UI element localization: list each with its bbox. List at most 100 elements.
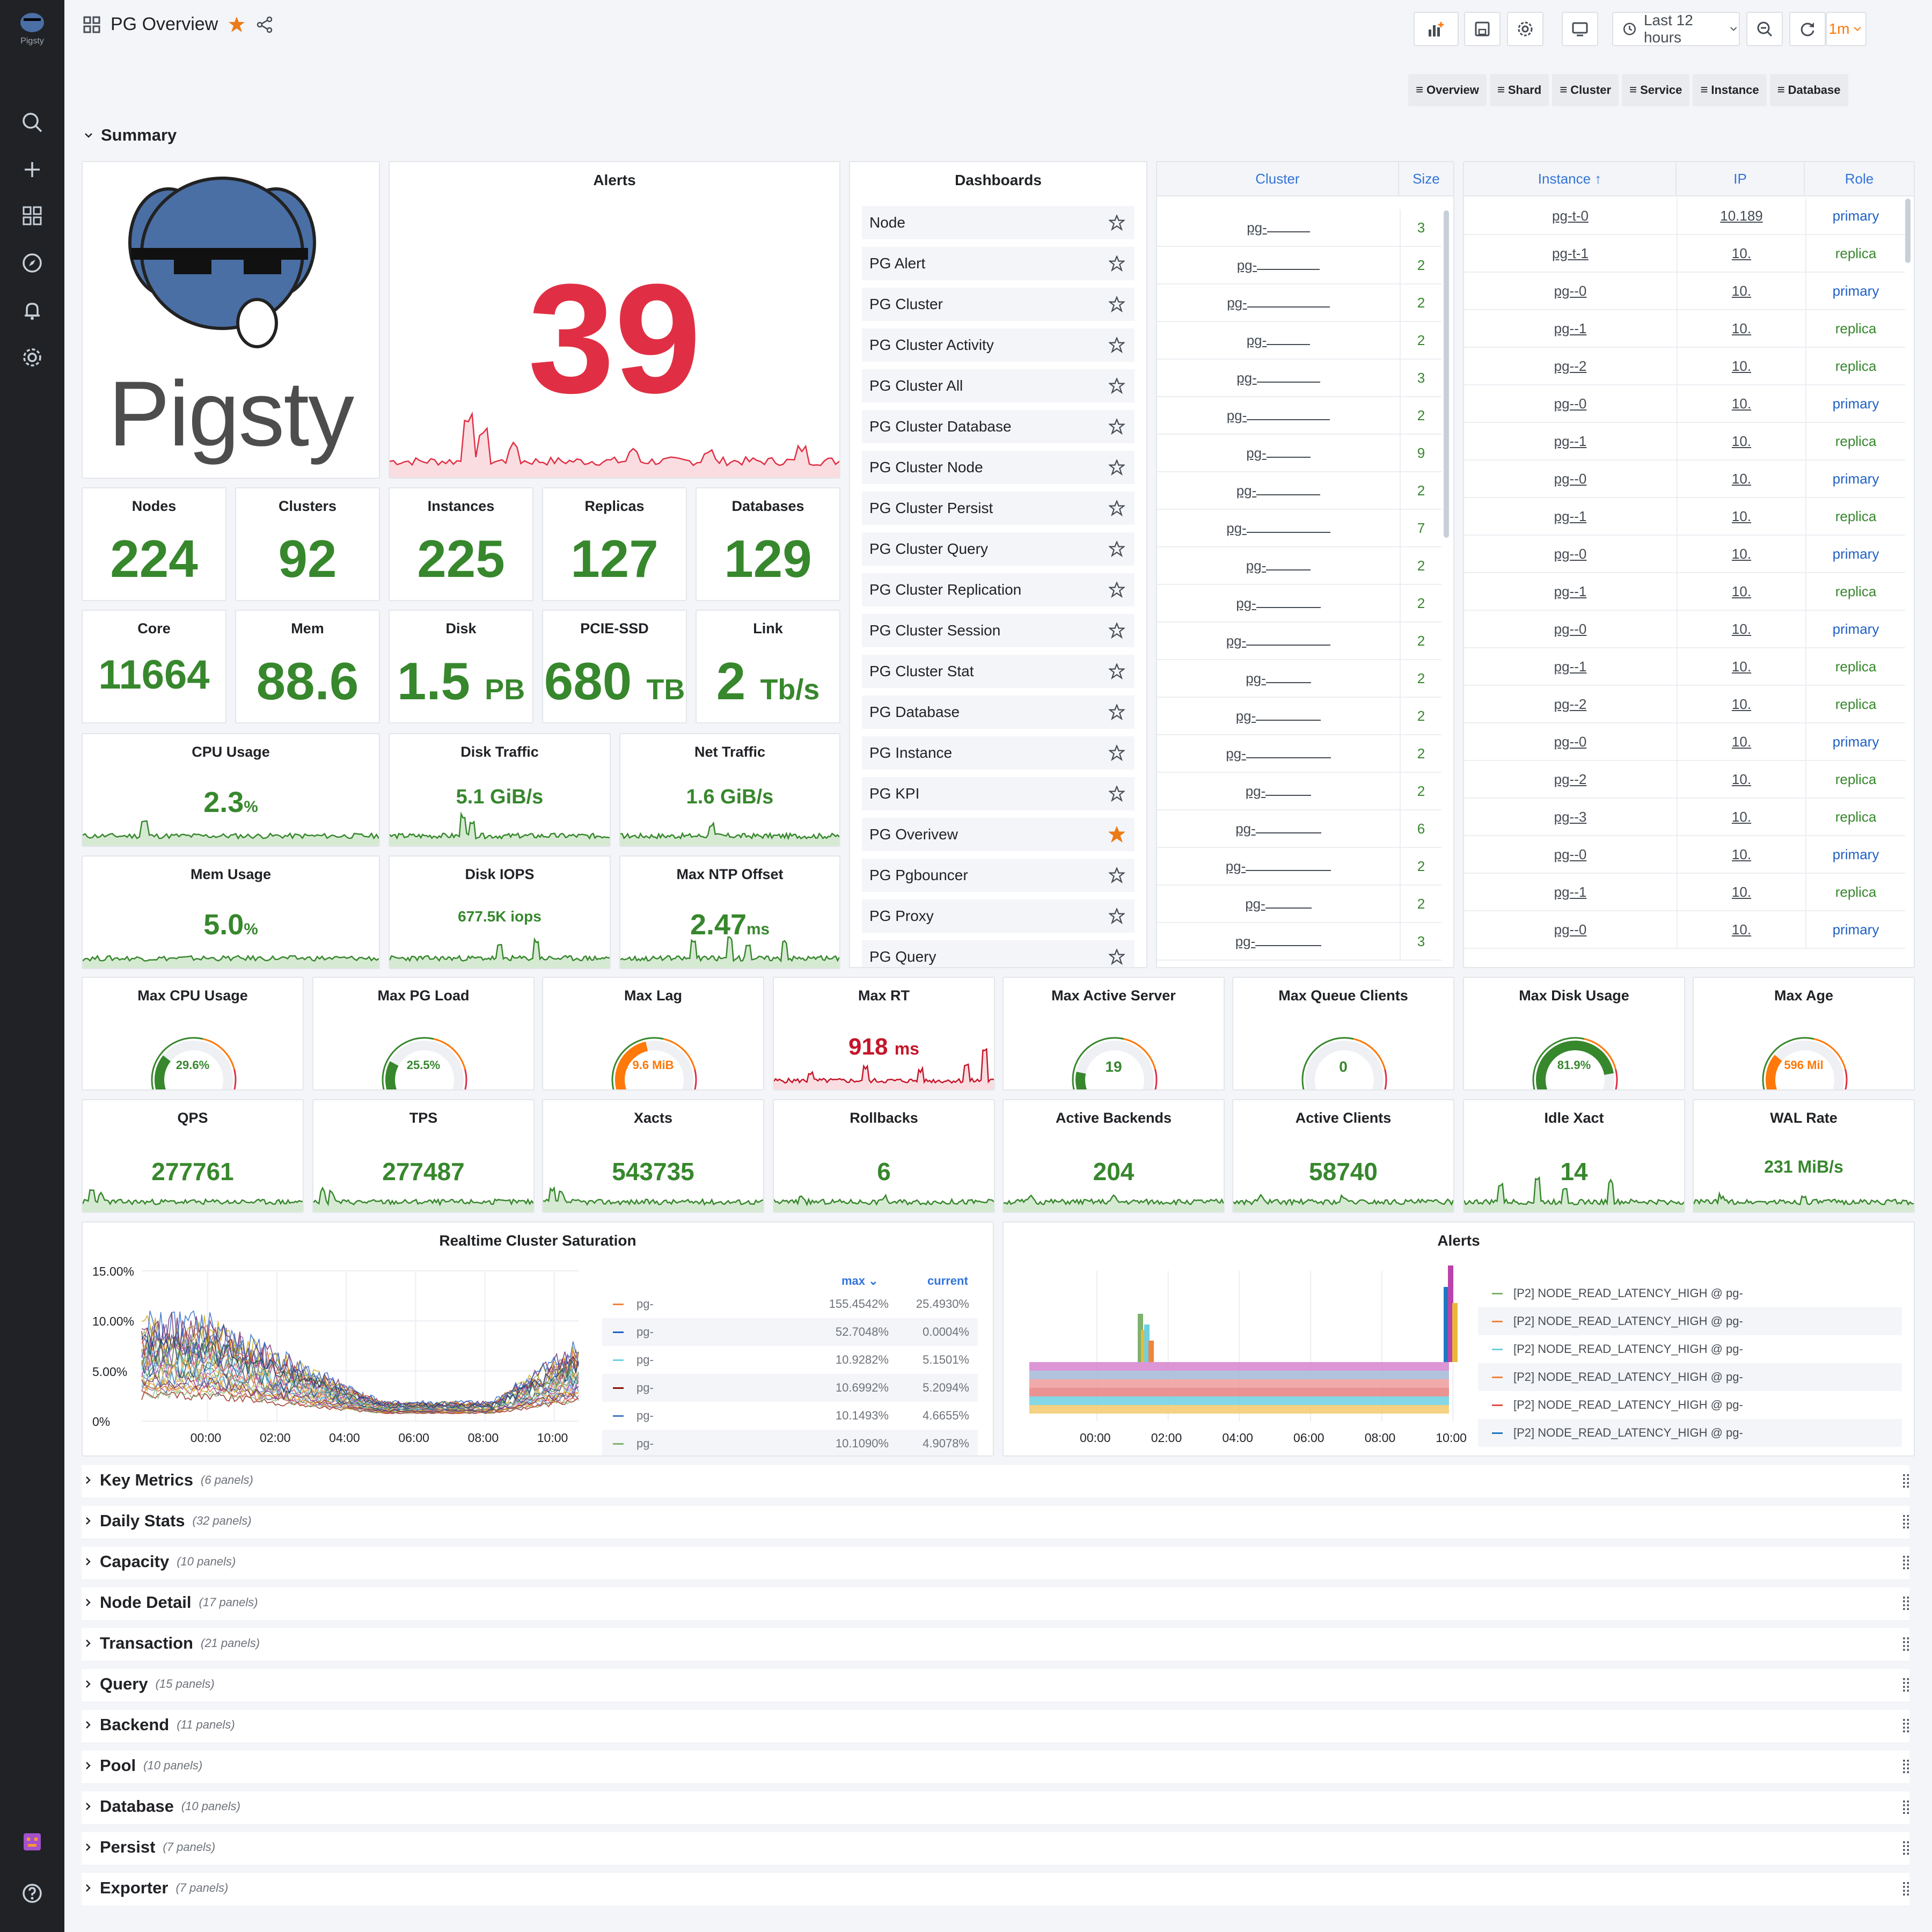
instance-ip-cell[interactable]: 10.: [1678, 273, 1806, 309]
column-header-cluster[interactable]: Cluster: [1157, 162, 1399, 195]
table-row[interactable]: pg--1 10. replica: [1464, 648, 1905, 686]
row-backend[interactable]: Backend (11 panels): [84, 1715, 235, 1735]
add-panel-button[interactable]: [1414, 12, 1459, 46]
kpi-rollbacks[interactable]: Rollbacks 6: [773, 1099, 995, 1213]
instance-ip-cell[interactable]: 10.: [1678, 836, 1806, 873]
star-icon[interactable]: [1109, 337, 1125, 353]
row-exporter[interactable]: Exporter (7 panels): [84, 1878, 228, 1898]
instance-name-cell[interactable]: pg--0: [1464, 911, 1678, 948]
star-icon[interactable]: [1109, 500, 1125, 516]
cluster-name[interactable]: pg-: [1246, 670, 1266, 687]
instance-ip-cell[interactable]: 10.: [1678, 611, 1806, 647]
instance-name[interactable]: pg--0: [1554, 396, 1587, 412]
row-query[interactable]: Query (15 panels): [84, 1674, 215, 1694]
instance-name-cell[interactable]: pg--2: [1464, 686, 1678, 722]
star-icon[interactable]: [1109, 704, 1125, 720]
table-row[interactable]: pg--0 10. primary: [1464, 836, 1905, 874]
table-row[interactable]: pg- 3: [1157, 360, 1441, 397]
table-row[interactable]: pg- 2: [1157, 247, 1441, 284]
instance-ip[interactable]: 10.: [1732, 508, 1751, 525]
refresh-button[interactable]: [1789, 12, 1826, 46]
instance-ip-cell[interactable]: 10.: [1678, 310, 1806, 347]
instance-ip[interactable]: 10.: [1732, 433, 1751, 450]
row-persist[interactable]: Persist (7 panels): [84, 1838, 215, 1857]
legend-item[interactable]: pg- 10.6992% 5.2094%: [602, 1374, 978, 1402]
cluster-name[interactable]: pg-: [1245, 896, 1265, 912]
table-row[interactable]: pg--1 10. replica: [1464, 573, 1905, 611]
dashboard-link[interactable]: PG Alert: [862, 247, 1135, 280]
instance-name-cell[interactable]: pg--0: [1464, 536, 1678, 572]
spark-disk-iops[interactable]: Disk IOPS 677.5K iops: [389, 855, 611, 969]
zoom-out-button[interactable]: [1746, 12, 1783, 46]
cluster-name[interactable]: pg-: [1236, 482, 1257, 499]
table-row[interactable]: pg- 3: [1157, 923, 1441, 961]
star-icon[interactable]: [1109, 378, 1125, 394]
scrollbar[interactable]: [1905, 199, 1911, 263]
instance-name[interactable]: pg--1: [1554, 508, 1587, 525]
legend-item[interactable]: [P2] NODE_READ_LATENCY_HIGH @ pg-: [1478, 1335, 1902, 1363]
help-icon[interactable]: [19, 1880, 45, 1906]
row-database[interactable]: Database (10 panels): [84, 1797, 240, 1816]
dashboard-link[interactable]: PG Cluster Stat: [862, 655, 1135, 688]
instance-ip-cell[interactable]: 10.: [1678, 686, 1806, 722]
gauge-max-active-server[interactable]: Max Active Server 19: [1002, 977, 1225, 1091]
star-icon[interactable]: [1109, 215, 1125, 231]
settings-button[interactable]: [1507, 12, 1543, 46]
dashboard-link[interactable]: PG Cluster Persist: [862, 492, 1135, 525]
table-row[interactable]: pg- 2: [1157, 848, 1441, 885]
instance-ip-cell[interactable]: 10.: [1678, 573, 1806, 610]
row-capacity[interactable]: Capacity (10 panels): [84, 1552, 236, 1571]
table-row[interactable]: pg- 9: [1157, 435, 1441, 472]
legend-item[interactable]: [P2] NODE_READ_LATENCY_HIGH @ pg-: [1478, 1279, 1902, 1307]
compass-icon[interactable]: [19, 250, 45, 276]
instance-ip[interactable]: 10.: [1732, 658, 1751, 675]
star-icon[interactable]: [1109, 786, 1125, 802]
table-row[interactable]: pg- 6: [1157, 810, 1441, 848]
legend-item[interactable]: pg- 52.7048% 0.0004%: [602, 1318, 978, 1346]
kpi-active-clients[interactable]: Active Clients 58740: [1232, 1099, 1454, 1213]
dashboard-link[interactable]: PG Cluster: [862, 288, 1135, 321]
cluster-name-cell[interactable]: pg-: [1157, 810, 1401, 847]
table-row[interactable]: pg- 2: [1157, 660, 1441, 698]
column-header-instance[interactable]: Instance ↑: [1464, 162, 1677, 195]
cluster-name-cell[interactable]: pg-: [1157, 435, 1401, 471]
dashboard-link[interactable]: Node: [862, 206, 1135, 239]
dashboard-link[interactable]: PG Query: [862, 940, 1135, 967]
cluster-name[interactable]: pg-: [1226, 633, 1247, 649]
nav-link-overview[interactable]: ≡ Overview: [1408, 74, 1487, 106]
cluster-name-cell[interactable]: pg-: [1157, 322, 1401, 358]
save-button[interactable]: [1464, 12, 1501, 46]
alerts-chart-panel[interactable]: Alerts 00:00 02:00 04:00 06:00 08:00 10:00 [P2…: [1002, 1221, 1915, 1457]
refresh-interval-picker[interactable]: 1m: [1826, 12, 1867, 46]
table-row[interactable]: pg--0 10. primary: [1464, 385, 1905, 423]
dashboard-link[interactable]: PG Pgbouncer: [862, 859, 1135, 892]
saturation-panel[interactable]: Realtime Cluster Saturation 15.00% 10.00%…: [82, 1221, 994, 1457]
drag-handle-icon[interactable]: ⁞⁞: [1901, 1880, 1911, 1899]
table-row[interactable]: pg- 2: [1157, 735, 1441, 773]
instance-name[interactable]: pg--3: [1554, 809, 1587, 825]
instance-ip[interactable]: 10.: [1732, 245, 1751, 262]
instance-name-cell[interactable]: pg--0: [1464, 460, 1678, 497]
table-row[interactable]: pg- 2: [1157, 547, 1441, 585]
table-row[interactable]: pg--0 10. primary: [1464, 723, 1905, 761]
summary-row-header[interactable]: Summary: [84, 126, 177, 145]
cluster-name[interactable]: pg-: [1246, 783, 1266, 800]
dashboard-link[interactable]: PG Cluster Database: [862, 410, 1135, 443]
star-icon[interactable]: [1109, 867, 1125, 883]
bell-icon[interactable]: [19, 297, 45, 323]
star-icon[interactable]: [1109, 623, 1125, 639]
instance-ip-cell[interactable]: 10.: [1678, 799, 1806, 835]
instance-ip[interactable]: 10.: [1732, 696, 1751, 713]
dashboard-link[interactable]: PG Overivew: [862, 818, 1135, 851]
star-icon[interactable]: [228, 16, 246, 34]
dashboard-link[interactable]: PG Proxy: [862, 899, 1135, 933]
gauge-max-pg-load[interactable]: Max PG Load 25.5%: [312, 977, 535, 1091]
drag-handle-icon[interactable]: ⁞⁞: [1901, 1677, 1911, 1695]
row-node-detail[interactable]: Node Detail (17 panels): [84, 1593, 258, 1612]
drag-handle-icon[interactable]: ⁞⁞: [1901, 1473, 1911, 1491]
table-row[interactable]: pg- 2: [1157, 472, 1441, 510]
table-row[interactable]: pg--1 10. replica: [1464, 423, 1905, 460]
cluster-name-cell[interactable]: pg-: [1157, 510, 1401, 546]
cluster-name-cell[interactable]: pg-: [1157, 585, 1401, 621]
star-icon[interactable]: [1109, 949, 1125, 965]
